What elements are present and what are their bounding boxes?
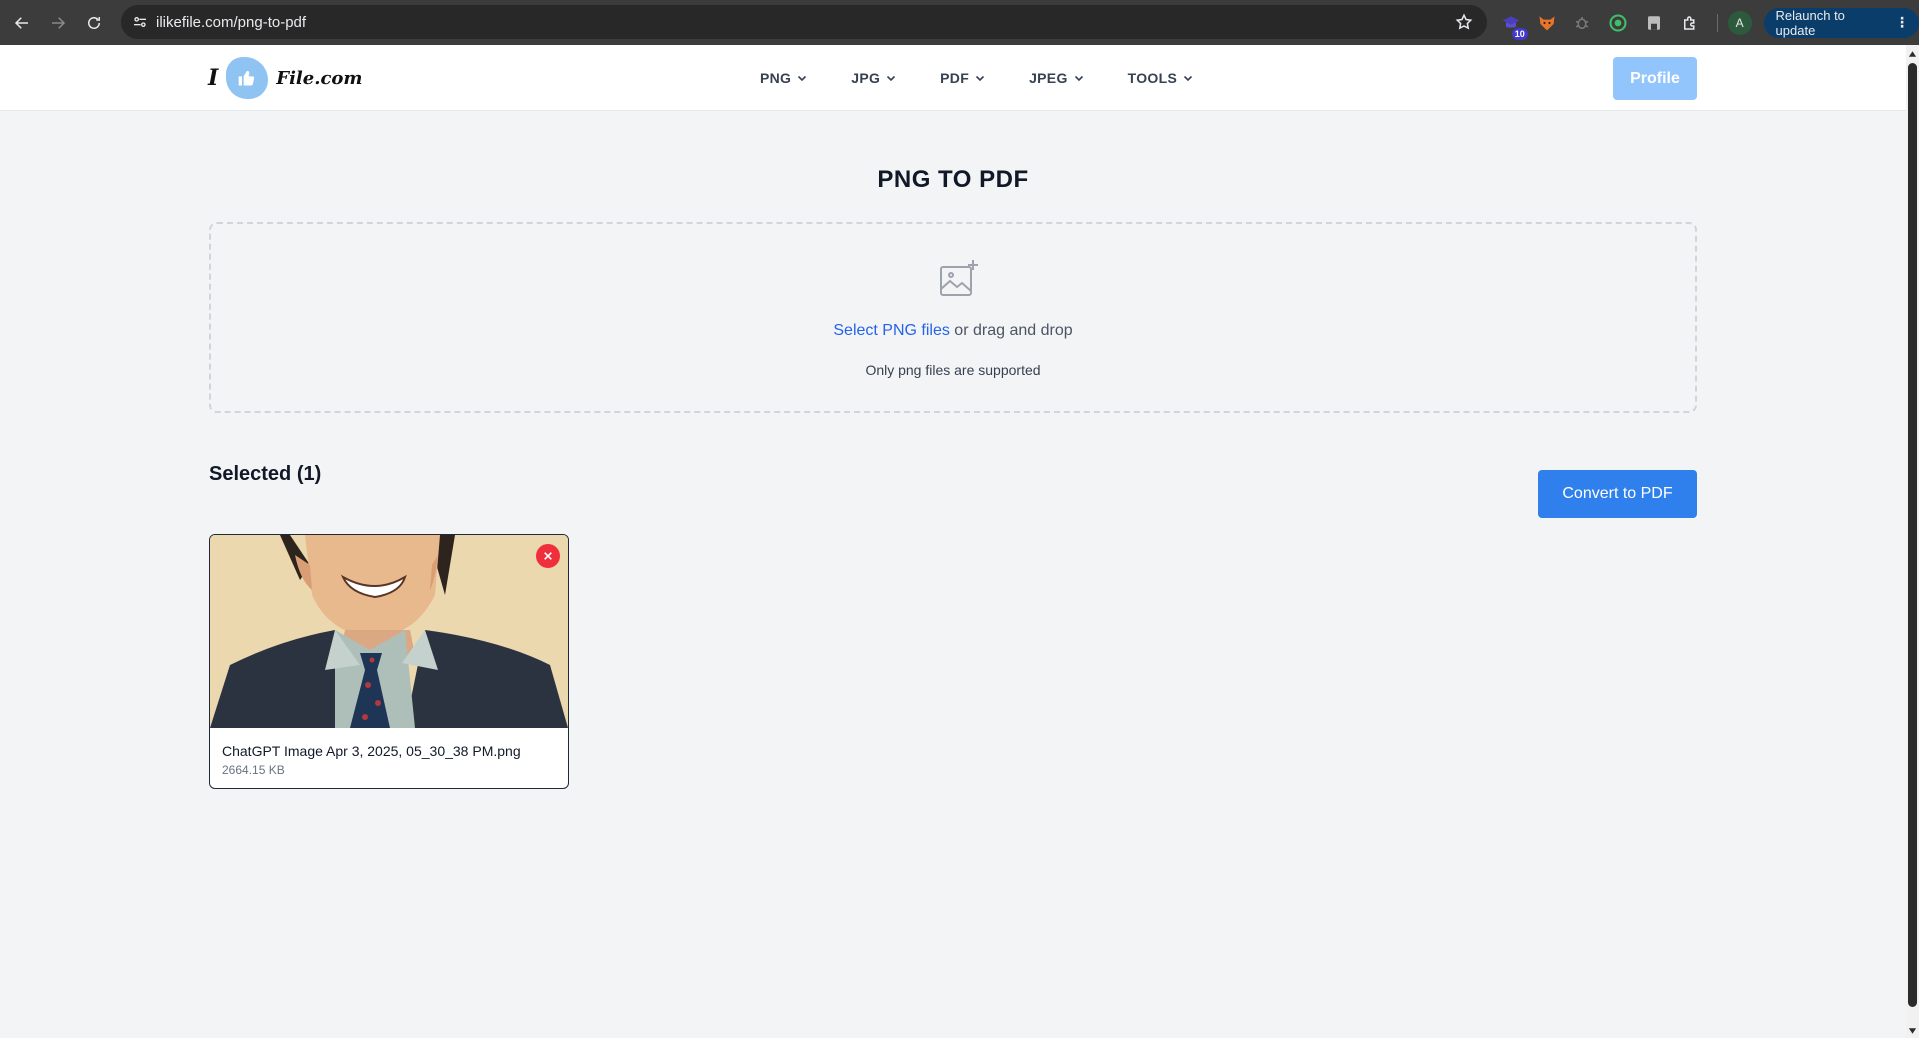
selected-heading: Selected (1) — [209, 463, 322, 485]
site-info-icon[interactable] — [130, 12, 150, 32]
site-header: I File.com PNG JPG PDF JPEG TOOLS Profil… — [0, 45, 1906, 111]
nav-label: TOOLS — [1127, 70, 1178, 86]
chevron-down-icon — [1184, 75, 1193, 82]
back-icon — [14, 16, 28, 29]
chevron-down-icon — [1074, 75, 1083, 82]
extension-badge: 10 — [1511, 27, 1528, 40]
extension-target-icon[interactable] — [1607, 12, 1629, 34]
nav-jpg[interactable]: JPG — [851, 70, 896, 86]
chevron-down-icon — [798, 75, 807, 82]
reload-icon — [88, 16, 100, 29]
toolbar-divider — [1716, 13, 1718, 32]
back-button[interactable] — [4, 5, 40, 41]
relaunch-label: Relaunch to update — [1775, 7, 1845, 38]
dropzone-note: Only png files are supported — [865, 362, 1041, 378]
upload-dropzone[interactable]: Select PNG files or drag and drop Only p… — [209, 222, 1697, 413]
page-scrollbar[interactable] — [1906, 45, 1919, 1038]
file-card: ChatGPT Image Apr 3, 2025, 05_30_38 PM.p… — [209, 534, 569, 789]
chevron-down-icon — [887, 75, 896, 82]
scroll-down-icon[interactable] — [1908, 1026, 1917, 1036]
nav-png[interactable]: PNG — [760, 70, 807, 86]
file-size: 2664.15 KB — [222, 763, 285, 777]
dropzone-instructions: Select PNG files or drag and drop — [211, 322, 1695, 340]
nav-label: JPEG — [1029, 70, 1068, 86]
extension-bug-icon[interactable] — [1572, 12, 1594, 34]
extension-cap-icon[interactable]: 10 — [1500, 12, 1528, 40]
url-text[interactable]: ilikefile.com/png-to-pdf — [156, 14, 306, 31]
file-name: ChatGPT Image Apr 3, 2025, 05_30_38 PM.p… — [222, 743, 521, 759]
browser-toolbar: ilikefile.com/png-to-pdf 10 A Relaunch t… — [0, 0, 1919, 45]
more-menu-icon: ⋮ — [1895, 14, 1910, 30]
nav-label: PDF — [940, 70, 970, 86]
remove-file-button[interactable] — [536, 544, 560, 568]
select-files-link[interactable]: Select PNG files — [833, 322, 949, 339]
extension-save-icon[interactable] — [1643, 12, 1665, 34]
nav-label: PNG — [760, 70, 792, 86]
page-title: PNG TO PDF — [877, 166, 1029, 193]
nav-tools[interactable]: TOOLS — [1128, 70, 1193, 86]
address-bar[interactable]: ilikefile.com/png-to-pdf — [121, 5, 1487, 39]
main-nav: PNG JPG PDF JPEG TOOLS — [760, 45, 1193, 111]
logo-text-left: I — [208, 65, 219, 91]
nav-label: JPG — [851, 70, 881, 86]
nav-pdf[interactable]: PDF — [940, 70, 985, 86]
extensions-puzzle-icon[interactable] — [1679, 12, 1701, 34]
profile-avatar[interactable]: A — [1727, 10, 1752, 35]
nav-jpeg[interactable]: JPEG — [1029, 70, 1084, 86]
extensions-area: 10 A Relaunch to update ⋮ — [1500, 0, 1919, 45]
forward-button[interactable] — [40, 5, 76, 41]
thumbs-up-icon — [226, 57, 269, 99]
dropzone-text: or drag and drop — [949, 322, 1073, 339]
convert-to-pdf-button[interactable]: Convert to PDF — [1538, 470, 1697, 518]
close-icon — [544, 552, 552, 560]
relaunch-button[interactable]: Relaunch to update ⋮ — [1763, 7, 1919, 38]
forward-icon — [52, 16, 66, 29]
reload-button[interactable] — [76, 5, 112, 41]
scroll-up-icon[interactable] — [1908, 49, 1917, 59]
scrollbar-thumb[interactable] — [1908, 63, 1917, 1007]
profile-button[interactable]: Profile — [1613, 57, 1697, 100]
logo-text-right: File.com — [276, 67, 363, 89]
star-icon[interactable] — [1455, 13, 1473, 31]
image-plus-icon — [940, 260, 978, 296]
site-logo[interactable]: I File.com — [208, 57, 362, 99]
file-thumbnail — [210, 535, 568, 728]
chevron-down-icon — [976, 75, 985, 82]
extension-fox-icon[interactable] — [1536, 12, 1558, 34]
